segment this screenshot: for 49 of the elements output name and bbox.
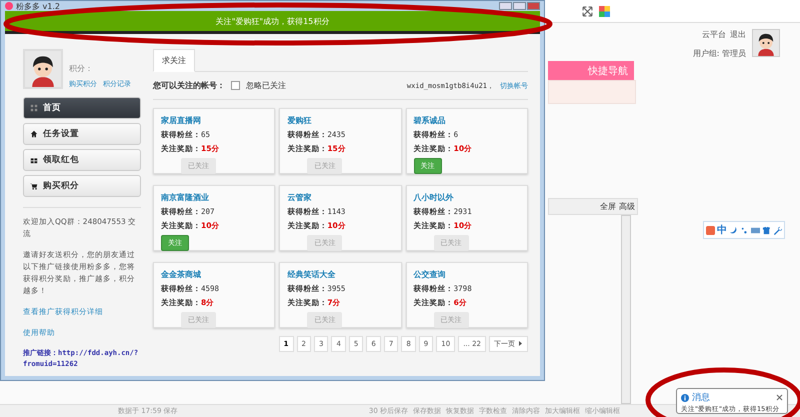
menu-item[interactable]: 任务设置 [23, 123, 141, 145]
fullscreen-icon[interactable] [582, 6, 593, 17]
ime-logo-icon[interactable] [706, 226, 715, 234]
window-title: 粉多多 v1.2 [16, 0, 60, 12]
wrench-icon[interactable] [773, 226, 782, 234]
editor-button[interactable]: 全屏 [600, 201, 616, 212]
avatar-icon [752, 29, 780, 58]
header-link[interactable]: 退出 [730, 29, 746, 40]
ime-mode-label[interactable]: 中 [717, 223, 727, 237]
minimize-button[interactable] [499, 2, 512, 10]
header-link[interactable]: 云平台 [702, 29, 726, 40]
account-name[interactable]: 家居直播网 [161, 115, 268, 126]
app-logo-icon [5, 2, 13, 10]
moon-icon[interactable] [729, 226, 738, 234]
account-name[interactable]: 八小时以外 [414, 192, 520, 203]
success-banner: 关注"爱购狂"成功，获得15积分 [5, 11, 540, 34]
points-label: 积分： [69, 63, 94, 74]
grid-icon [30, 104, 38, 112]
home-icon [30, 130, 38, 138]
account-name[interactable]: 公交查询 [414, 269, 520, 280]
menu-item[interactable]: 首页 [23, 97, 141, 119]
account-name[interactable]: 云管家 [287, 192, 394, 203]
account-name[interactable]: 金金茶商城 [161, 269, 268, 280]
info-icon [681, 394, 689, 402]
keyboard-icon[interactable] [751, 226, 760, 234]
avatar-icon [23, 49, 63, 89]
account-name[interactable]: 碧系诚品 [414, 115, 520, 126]
tab[interactable]: 求关注 [153, 49, 195, 72]
close-icon[interactable] [776, 394, 783, 401]
checkbox[interactable] [231, 81, 240, 90]
account-name[interactable]: 南京富隆酒业 [161, 192, 268, 203]
menu-item[interactable]: 购买积分 [23, 175, 141, 197]
account-name[interactable]: 爱购狂 [287, 115, 394, 126]
scrollbar[interactable] [621, 215, 631, 404]
notification-title: 消息 [692, 392, 710, 404]
palette-icon[interactable] [599, 6, 610, 17]
filter-label: 您可以关注的帐号： [153, 80, 225, 91]
caret-icon [518, 341, 523, 346]
punctuation-icon[interactable] [740, 226, 749, 234]
cart-icon [30, 182, 38, 190]
menu-item[interactable]: 领取红包 [23, 149, 141, 171]
account-name[interactable]: 经典笑话大全 [287, 269, 394, 280]
user-group-text[interactable]: 用户组: 管理员 [692, 48, 746, 60]
quick-nav-button[interactable]: 快捷导航 [548, 61, 634, 80]
shirt-icon[interactable] [762, 226, 771, 234]
maximize-button[interactable] [513, 2, 526, 10]
ime-toolbar[interactable]: 中 [703, 221, 785, 239]
editor-button[interactable]: 高级 [619, 201, 635, 212]
checkbox-label[interactable]: 忽略已关注 [246, 80, 286, 91]
